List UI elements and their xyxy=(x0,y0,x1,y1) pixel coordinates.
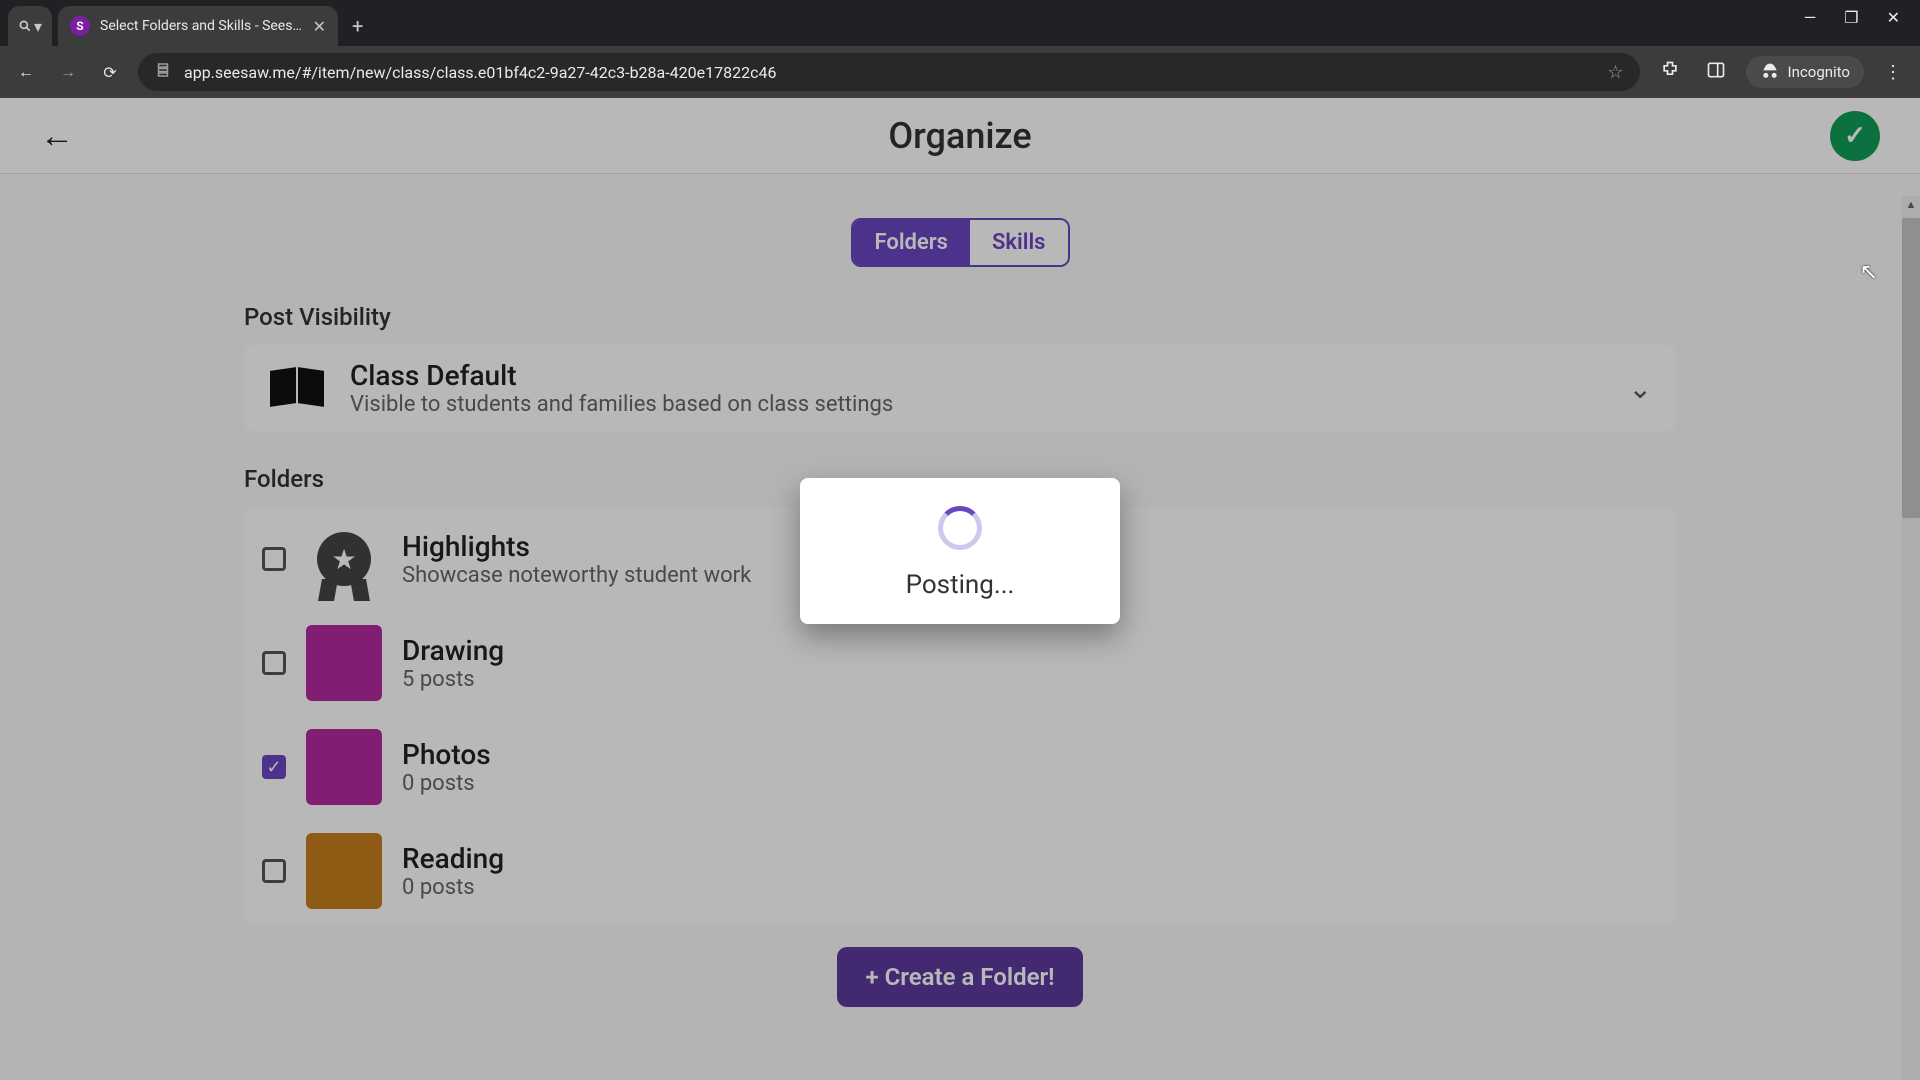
browser-tab-strip: ▾ S Select Folders and Skills - Sees… ✕ … xyxy=(0,0,1920,46)
tab-search-button[interactable]: ▾ xyxy=(8,6,52,46)
posting-modal: Posting... xyxy=(800,478,1120,624)
modal-text: Posting... xyxy=(820,570,1100,600)
spinner-icon xyxy=(938,506,982,550)
close-window-icon[interactable]: ✕ xyxy=(1887,8,1900,27)
bookmark-star-icon[interactable]: ☆ xyxy=(1607,62,1623,83)
app-viewport: ← Organize ✓ Folders Skills Post Visibil… xyxy=(0,98,1920,1080)
maximize-icon[interactable]: ❐ xyxy=(1844,8,1858,27)
browser-menu-icon[interactable]: ⋮ xyxy=(1878,62,1908,83)
minimize-icon[interactable]: — xyxy=(1804,8,1817,27)
forward-nav-icon: → xyxy=(54,62,82,82)
tab-close-icon[interactable]: ✕ xyxy=(313,17,326,36)
tab-title: Select Folders and Skills - Sees… xyxy=(100,18,303,34)
new-tab-button[interactable]: + xyxy=(338,14,377,38)
window-controls: — ❐ ✕ xyxy=(1804,0,1920,46)
incognito-label: Incognito xyxy=(1788,63,1850,81)
url-input[interactable]: app.seesaw.me/#/item/new/class/class.e01… xyxy=(138,53,1640,91)
incognito-indicator[interactable]: Incognito xyxy=(1746,56,1864,88)
tab-favicon: S xyxy=(70,16,90,36)
site-info-icon[interactable] xyxy=(154,61,172,83)
extensions-icon[interactable] xyxy=(1654,60,1686,85)
reload-icon[interactable]: ⟳ xyxy=(96,63,124,82)
back-nav-icon[interactable]: ← xyxy=(12,62,40,82)
url-text: app.seesaw.me/#/item/new/class/class.e01… xyxy=(184,63,1595,82)
address-bar: ← → ⟳ app.seesaw.me/#/item/new/class/cla… xyxy=(0,46,1920,98)
side-panel-icon[interactable] xyxy=(1700,60,1732,85)
browser-tab[interactable]: S Select Folders and Skills - Sees… ✕ xyxy=(58,6,338,46)
